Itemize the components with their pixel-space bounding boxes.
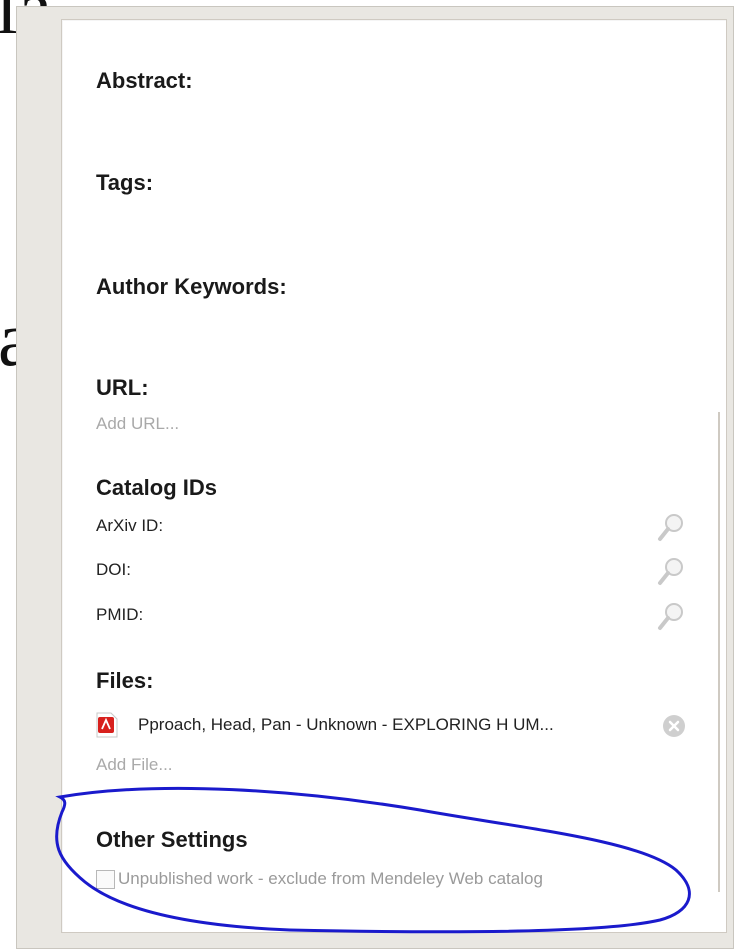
details-panel: Abstract: Tags: Author Keywords: URL: Ad…: [61, 19, 727, 933]
file-item[interactable]: Pproach, Head, Pan - Unknown - EXPLORING…: [96, 712, 686, 742]
unpublished-work-checkbox[interactable]: [96, 869, 115, 889]
scrollbar[interactable]: [718, 412, 720, 892]
arxiv-id-label: ArXiv ID:: [96, 516, 164, 535]
pdf-icon: [96, 712, 118, 738]
add-file-field[interactable]: Add File...: [96, 755, 173, 775]
pmid-row[interactable]: PMID:: [96, 603, 686, 631]
file-name[interactable]: Pproach, Head, Pan - Unknown - EXPLORING…: [138, 715, 554, 735]
doi-label: DOI:: [96, 560, 131, 579]
details-panel-frame: Abstract: Tags: Author Keywords: URL: Ad…: [16, 6, 734, 949]
other-settings-heading: Other Settings: [96, 827, 248, 852]
doi-row[interactable]: DOI:: [96, 558, 686, 586]
abstract-heading: Abstract:: [96, 68, 193, 93]
pmid-label: PMID:: [96, 605, 144, 624]
close-circle-icon[interactable]: [662, 714, 686, 738]
files-heading: Files:: [96, 668, 154, 693]
tags-heading: Tags:: [96, 170, 154, 195]
catalog-ids-heading: Catalog IDs: [96, 475, 218, 500]
search-icon[interactable]: [656, 512, 686, 544]
author-keywords-heading: Author Keywords:: [96, 274, 287, 299]
unpublished-work-option[interactable]: Unpublished work - exclude from Mendeley…: [96, 869, 543, 897]
unpublished-work-label: Unpublished work - exclude from Mendeley…: [118, 869, 543, 888]
add-url-field[interactable]: Add URL...: [96, 414, 179, 434]
arxiv-id-row[interactable]: ArXiv ID:: [96, 514, 686, 542]
url-heading: URL:: [96, 375, 149, 400]
search-icon[interactable]: [656, 601, 686, 633]
search-icon[interactable]: [656, 556, 686, 588]
